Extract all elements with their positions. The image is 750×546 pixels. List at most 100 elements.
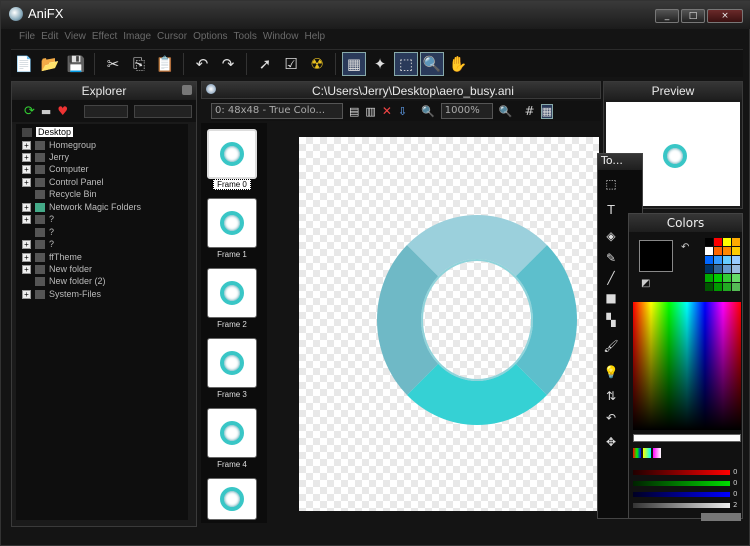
color-swatch[interactable] xyxy=(732,283,740,291)
frame-label[interactable]: Frame 1 xyxy=(213,250,251,261)
menu-cursor[interactable]: Cursor xyxy=(157,31,187,47)
grid-toggle-icon[interactable]: # xyxy=(525,104,535,118)
menu-effect[interactable]: Effect xyxy=(92,31,117,47)
fill-bucket-icon[interactable]: ◈ xyxy=(602,228,620,244)
menu-edit[interactable]: Edit xyxy=(41,31,58,47)
color-swatch[interactable] xyxy=(723,238,731,246)
expand-icon[interactable]: + xyxy=(22,290,31,300)
hazard-icon[interactable]: ☢ xyxy=(305,52,329,76)
menu-options[interactable]: Options xyxy=(193,31,227,47)
new-file-icon[interactable]: 📄 xyxy=(12,52,36,76)
color-spectrum[interactable] xyxy=(633,302,741,430)
frame-thumb[interactable] xyxy=(207,129,257,179)
expand-icon[interactable]: + xyxy=(22,141,31,151)
frame-thumb[interactable] xyxy=(207,478,257,520)
filter-field[interactable] xyxy=(134,104,193,118)
tree-item[interactable]: + ffTheme xyxy=(22,252,82,264)
red-slider[interactable]: 0 xyxy=(633,468,741,476)
delete-frame-icon[interactable]: ✕ xyxy=(382,104,392,118)
resize-grip[interactable] xyxy=(701,513,741,521)
paste-icon[interactable]: 📋 xyxy=(153,52,177,76)
check-icon[interactable]: ☑ xyxy=(279,52,303,76)
color-swatch[interactable] xyxy=(732,265,740,273)
edit-canvas[interactable] xyxy=(299,137,599,511)
grid-view-icon[interactable]: ▦ xyxy=(342,51,366,76)
green-slider[interactable]: 0 xyxy=(633,479,741,487)
frame-thumb[interactable] xyxy=(207,408,257,458)
alpha-slider[interactable]: 2 xyxy=(633,501,741,509)
frame-format-select[interactable]: 0: 48x48 - True Colo... xyxy=(211,103,343,119)
pattern-tool-icon[interactable]: ▚ xyxy=(602,312,620,328)
test-cursor-icon[interactable]: ✋ xyxy=(446,52,470,76)
brush-icon[interactable]: 🖌 xyxy=(602,338,620,354)
palette-icon[interactable] xyxy=(633,448,641,458)
animate-icon[interactable]: ✦ xyxy=(368,52,392,76)
zoom-out-icon[interactable]: 🔍 xyxy=(421,105,435,118)
expand-icon[interactable]: + xyxy=(22,203,31,213)
palette-icon[interactable] xyxy=(653,448,661,458)
expand-icon[interactable]: + xyxy=(22,253,31,263)
color-swatch[interactable] xyxy=(723,265,731,273)
expand-icon[interactable]: + xyxy=(22,153,31,163)
tree-item[interactable]: Recycle Bin xyxy=(22,189,97,201)
frame-label[interactable]: Frame 2 xyxy=(213,320,251,331)
copy-frame-icon[interactable]: ▥ xyxy=(365,105,375,118)
tree-item[interactable]: + Computer xyxy=(22,164,89,176)
menu-help[interactable]: Help xyxy=(304,31,325,47)
frame-label[interactable]: Frame 3 xyxy=(213,390,251,401)
tree-item[interactable]: + Jerry xyxy=(22,152,69,164)
expand-icon[interactable]: + xyxy=(22,240,31,250)
expand-icon[interactable]: + xyxy=(22,265,31,275)
color-swatch[interactable] xyxy=(705,247,713,255)
tree-item[interactable]: + Homegroup xyxy=(22,140,96,152)
color-swatch[interactable] xyxy=(705,265,713,273)
color-swatch[interactable] xyxy=(714,265,722,273)
tree-item[interactable]: New folder (2) xyxy=(22,276,106,288)
open-folder-icon[interactable]: 📂 xyxy=(38,52,62,76)
tree-item[interactable]: + Control Panel xyxy=(22,177,104,189)
save-icon[interactable]: 💾 xyxy=(64,52,88,76)
color-swatch[interactable] xyxy=(714,274,722,282)
redo-icon[interactable]: ↷ xyxy=(216,52,240,76)
color-swatch[interactable] xyxy=(723,256,731,264)
tree-item[interactable]: ? xyxy=(22,227,54,239)
favorites-heart-icon[interactable]: ♥ xyxy=(57,104,68,118)
color-swatch[interactable] xyxy=(705,256,713,264)
zoom-select[interactable]: 1000% xyxy=(440,103,493,119)
menu-window[interactable]: Window xyxy=(263,31,299,47)
menu-tools[interactable]: Tools xyxy=(234,31,257,47)
color-swatch[interactable] xyxy=(723,274,731,282)
close-button[interactable]: × xyxy=(707,9,743,23)
color-swatch[interactable] xyxy=(723,283,731,291)
drive-icon[interactable]: ▬ xyxy=(41,105,51,118)
frame-thumb[interactable] xyxy=(207,198,257,248)
zoom-in-icon[interactable]: 🔍 xyxy=(499,105,513,118)
expand-icon[interactable]: + xyxy=(22,165,31,175)
tree-item[interactable]: + Network Magic Folders xyxy=(22,202,141,214)
color-swatch[interactable] xyxy=(732,247,740,255)
color-swatch[interactable] xyxy=(732,256,740,264)
reset-colors-icon[interactable]: ◩ xyxy=(641,278,650,289)
swap-colors-icon[interactable]: ↶ xyxy=(681,242,689,253)
rectangle-tool-icon[interactable]: ■ xyxy=(602,290,620,306)
expand-icon[interactable]: + xyxy=(22,178,31,188)
lightbulb-icon[interactable]: 💡 xyxy=(602,364,620,380)
move-icon[interactable]: ✥ xyxy=(602,434,620,450)
refresh-icon[interactable]: ⟳ xyxy=(24,104,35,119)
maximize-button[interactable]: □ xyxy=(681,9,705,23)
tree-item[interactable]: + New folder xyxy=(22,264,92,276)
color-swatch[interactable] xyxy=(732,238,740,246)
tree-item-desktop[interactable]: Desktop xyxy=(22,127,74,139)
pick-cursor-icon[interactable]: ➚ xyxy=(253,52,277,76)
tree-item[interactable]: +? xyxy=(22,214,54,226)
tree-item[interactable]: + System-Files xyxy=(22,289,101,301)
color-swatch[interactable] xyxy=(732,274,740,282)
blue-slider[interactable]: 0 xyxy=(633,490,741,498)
frame-thumb[interactable] xyxy=(207,338,257,388)
pencil-icon[interactable]: ✎ xyxy=(602,250,620,266)
menu-file[interactable]: File xyxy=(19,31,35,47)
swatch-grid[interactable] xyxy=(705,238,741,298)
palette-icon[interactable] xyxy=(643,448,651,458)
path-field[interactable] xyxy=(84,104,129,118)
color-swatch[interactable] xyxy=(714,238,722,246)
